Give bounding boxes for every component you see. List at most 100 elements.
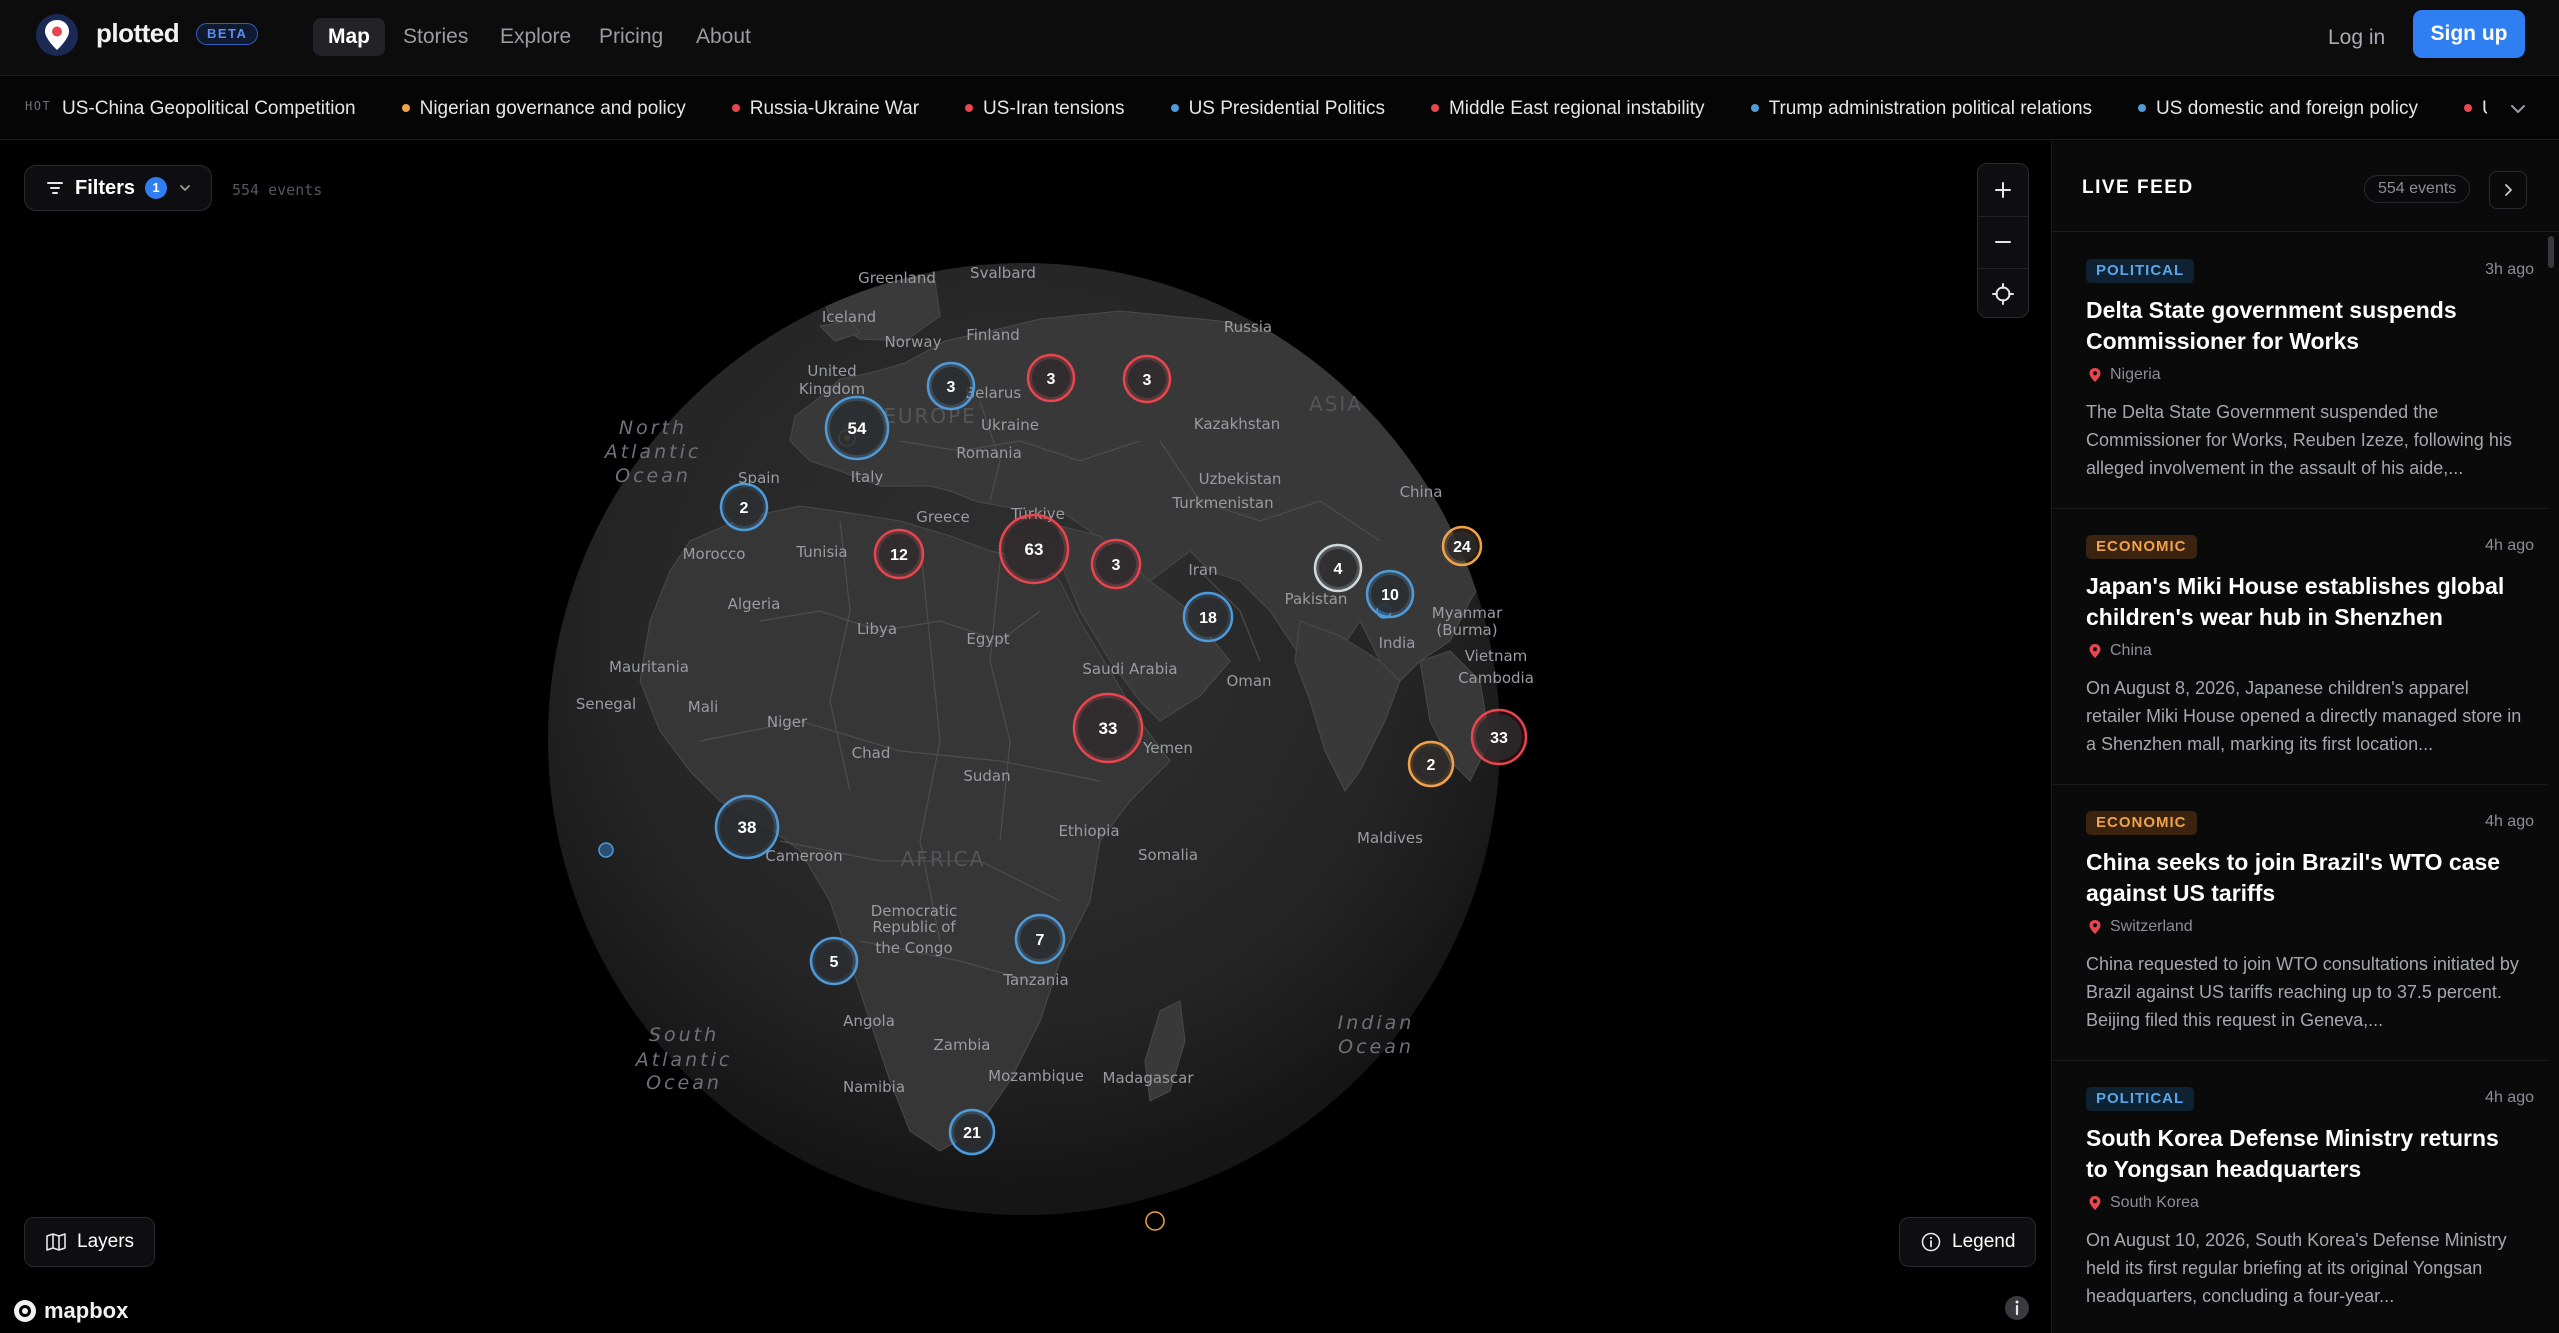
cluster-count: 3 [1047,371,1056,388]
place-label: South [649,1024,719,1046]
place-label: Vietnam [1465,647,1528,665]
ticker-item[interactable]: US-China [2463,77,2487,139]
info-icon[interactable] [2003,1294,2031,1322]
event-cluster[interactable]: 3 [1090,538,1142,590]
plotted-logo-icon[interactable] [34,12,80,58]
event-cluster[interactable]: 33 [1470,708,1528,766]
cluster-count: 33 [1099,719,1118,738]
place-label: Finland [966,326,1020,344]
filter-lines-icon [47,182,63,194]
ticker-item[interactable]: Russia-Ukraine War [731,77,920,139]
signup-button[interactable]: Sign up [2413,10,2525,58]
place-label: Turkmenistan [1171,494,1273,512]
event-cluster[interactable]: 24 [1441,525,1483,567]
ticker-dot-icon [1170,104,1179,112]
login-link[interactable]: Log in [2310,20,2403,56]
legend-button[interactable]: Legend [1899,1217,2037,1267]
place-label: Cambodia [1458,669,1534,687]
ticker-dot-icon [731,104,740,112]
cluster-count: 12 [890,547,908,564]
event-cluster[interactable]: 18 [1182,591,1234,643]
chevron-down-icon[interactable] [2504,95,2532,123]
feed-title[interactable]: South Korea Defense Ministry returns to … [2086,1123,2526,1185]
event-cluster[interactable]: 33 [1072,692,1144,764]
place-label: Mauritania [609,658,689,676]
place-label: Angola [843,1012,895,1030]
nav-explore[interactable]: Explore [485,18,586,56]
collapse-feed-button[interactable] [2489,171,2527,209]
globe-map[interactable]: Greenland Svalbard Iceland Norway Finland Rus… [0,141,2051,1333]
mapbox-attribution[interactable]: mapbox [12,1298,128,1324]
locate-button[interactable] [1978,268,2028,319]
place-label: Namibia [843,1078,905,1096]
filters-button[interactable]: Filters 1 [24,165,213,211]
event-cluster[interactable]: 54 [824,395,890,461]
ticker-item[interactable]: Trump administration political relations [1750,77,2092,139]
feed-description: On August 8, 2026, Japanese children's a… [2086,678,2522,754]
event-cluster[interactable]: 12 [873,528,925,580]
brand-name[interactable]: plotted [96,18,180,49]
map-events-count: 554 events [232,181,323,199]
feed-time: 4h ago [2485,1089,2534,1106]
event-cluster[interactable]: 2 [719,482,769,532]
event-cluster[interactable]: 4 [1313,543,1363,593]
location-pin-icon [2089,1196,2101,1210]
feed-title[interactable]: China seeks to join Brazil's WTO case ag… [2086,847,2526,909]
feed-scrollbar[interactable] [2548,236,2554,268]
legend-label: Legend [1952,1231,2016,1252]
map-view[interactable]: Greenland Svalbard Iceland Norway Finland Rus… [0,141,2051,1333]
event-cluster[interactable]: 38 [714,794,780,860]
place-label: North [619,417,687,439]
feed-description: China requested to join WTO consultation… [2086,954,2519,1030]
event-cluster[interactable]: 10 [1365,569,1415,619]
feed-title[interactable]: Japan's Miki House establishes global ch… [2086,571,2526,633]
zoom-out-button[interactable] [1978,216,2028,267]
ticker-item[interactable]: US-China Geopolitical Competition [62,77,356,139]
event-cluster[interactable]: 3 [926,361,976,411]
feed-title[interactable]: Delta State government suspends Commissi… [2086,295,2526,357]
cluster-count: 3 [1143,372,1152,389]
event-cluster[interactable]: 63 [998,513,1070,585]
event-cluster[interactable]: 3 [1122,354,1172,404]
live-feed-header: LIVE FEED 554 events [2052,141,2559,232]
event-cluster[interactable]: 21 [948,1108,996,1156]
layers-button[interactable]: Layers [24,1217,156,1267]
ticker-track: US-China Geopolitical Competition Nigeria… [62,77,2487,139]
feed-card[interactable]: ECONOMIC 4h ago China seeks to join Brazil… [2052,785,2548,1061]
zoom-in-button[interactable] [1978,164,2028,215]
nav-map[interactable]: Map [313,18,385,56]
ticker-item[interactable]: Nigerian governance and policy [401,77,686,139]
nav-stories[interactable]: Stories [388,18,483,56]
location-pin-icon [2089,368,2101,382]
event-cluster[interactable]: 7 [1014,913,1066,965]
place-label: Algeria [728,595,781,613]
event-cluster[interactable]: 3 [1026,353,1076,403]
ticker-item-label: US-China [2482,98,2487,119]
place-label: Iran [1188,561,1217,579]
ticker-item[interactable]: US-Iran tensions [965,77,1125,139]
place-label: Greenland [858,269,936,287]
place-label: United [807,362,856,380]
event-cluster[interactable]: 5 [809,936,859,986]
chevron-down-icon [180,185,190,191]
feed-location-text: Switzerland [2110,918,2193,935]
cluster-count: 38 [738,818,757,837]
feed-location: Switzerland [2088,918,2193,936]
ticker-item[interactable]: Middle East regional instability [1430,77,1705,139]
category-tag: ECONOMIC [2086,535,2197,559]
crosshair-icon [1992,283,2014,305]
place-label: Yemen [1142,739,1193,757]
ticker-item[interactable]: US domestic and foreign policy [2138,77,2418,139]
ticker-item[interactable]: US Presidential Politics [1170,77,1385,139]
nav-pricing[interactable]: Pricing [584,18,678,56]
nav-about[interactable]: About [681,18,766,56]
place-label: Tanzania [1002,971,1068,989]
event-cluster[interactable]: 2 [1407,740,1455,788]
feed-card[interactable]: POLITICAL 4h ago South Korea Defense Minis… [2052,1061,2548,1333]
ticker-item-label: Russia-Ukraine War [749,98,920,119]
place-label: Oman [1226,672,1271,690]
top-nav: plotted BETA Map Stories Explore Pricing… [0,0,2559,76]
feed-card[interactable]: ECONOMIC 4h ago Japan's Miki House establi… [2052,509,2548,785]
feed-card[interactable]: POLITICAL 3h ago Delta State government su… [2052,233,2548,509]
feed-time: 4h ago [2485,537,2534,554]
